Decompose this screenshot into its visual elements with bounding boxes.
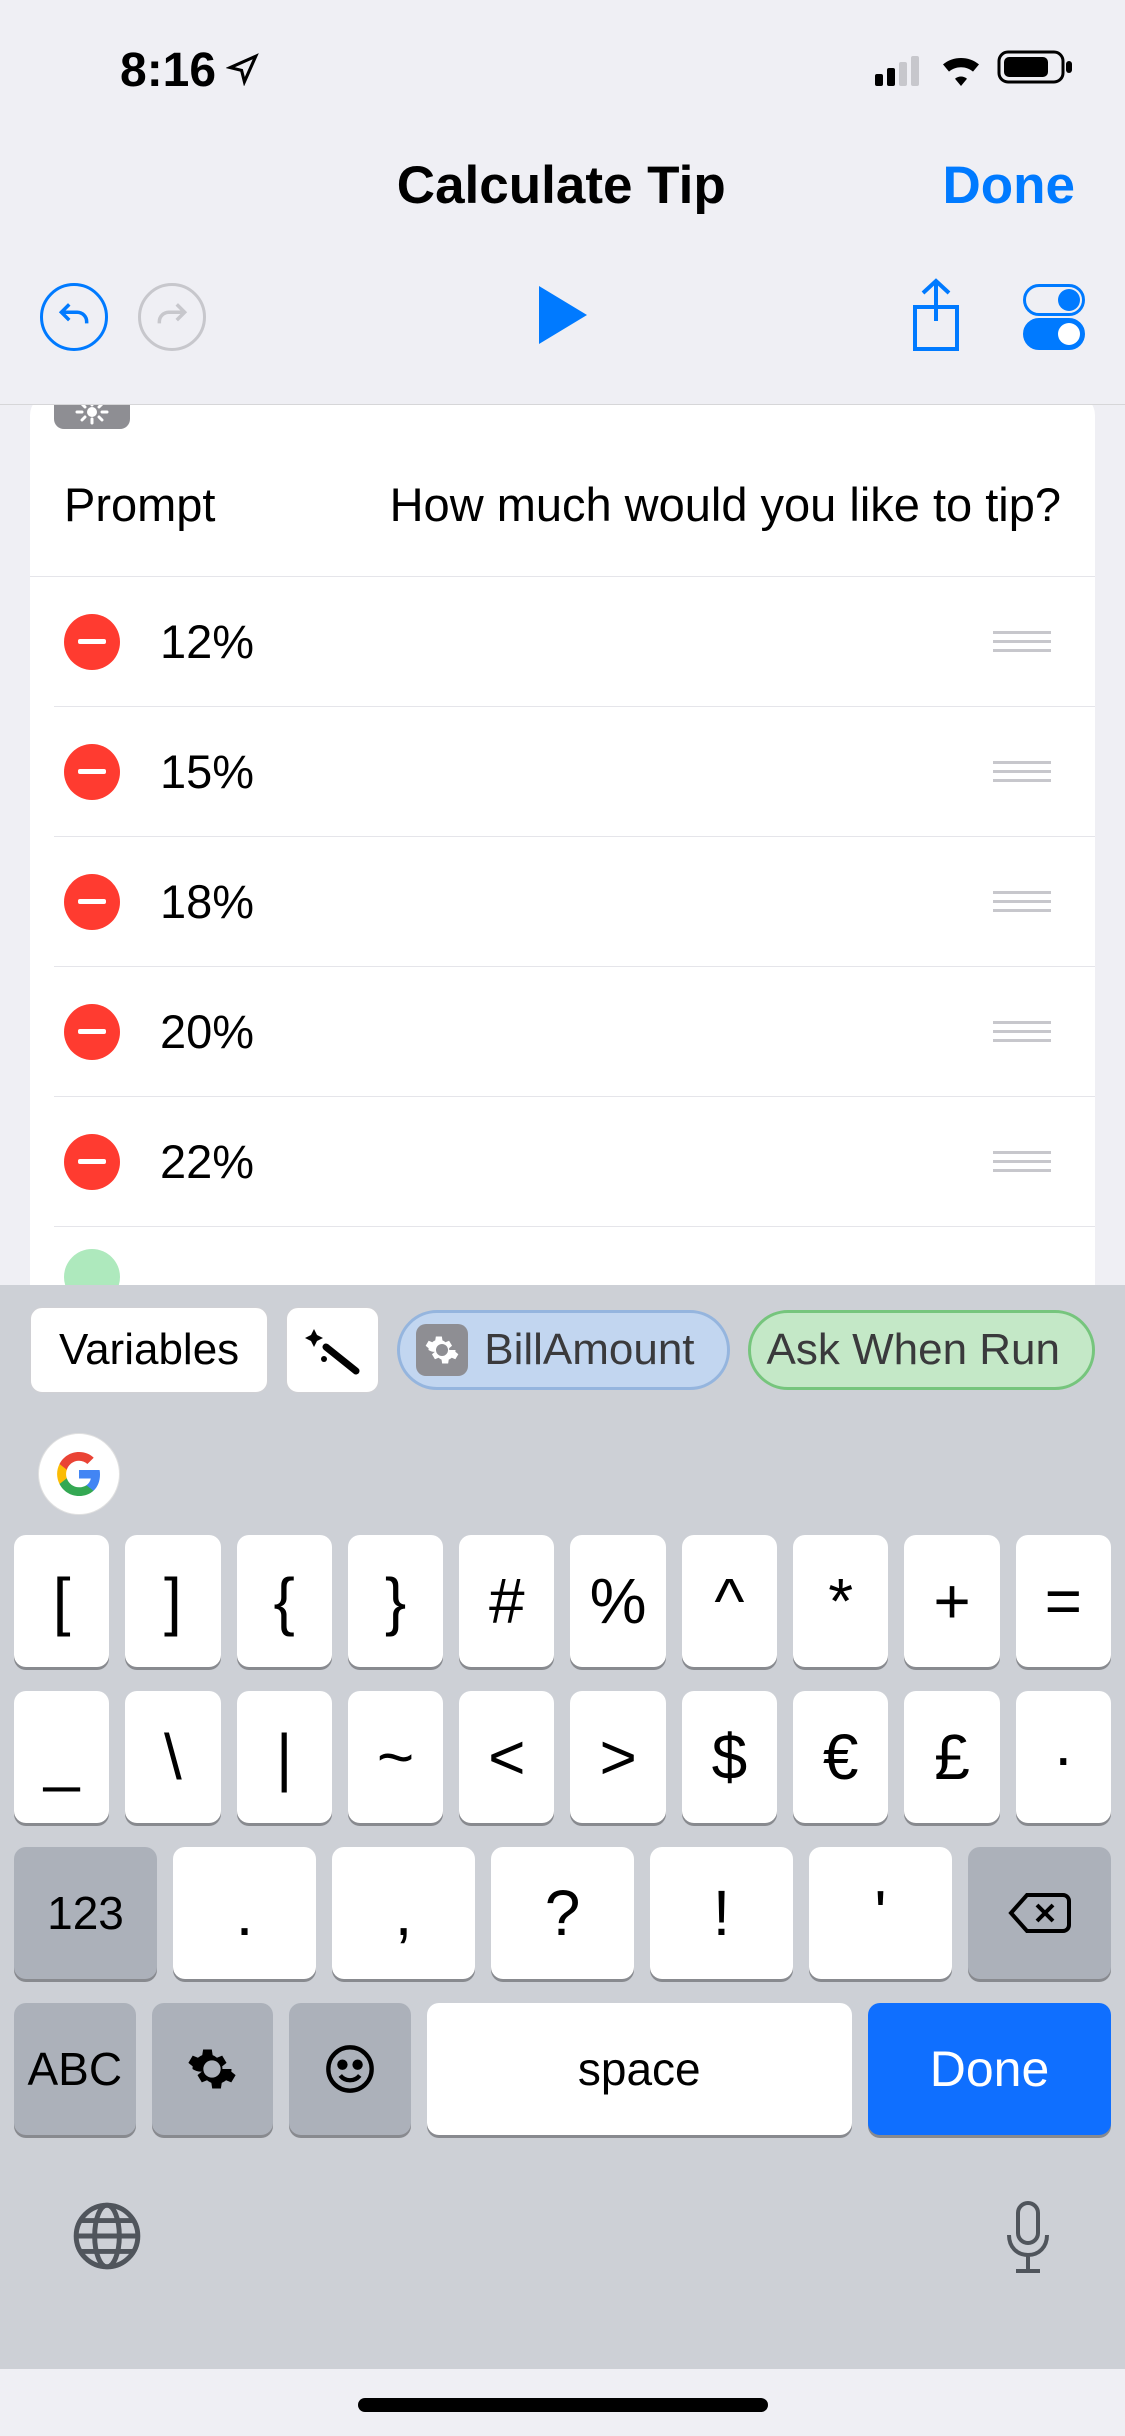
done-button[interactable]: Done <box>943 155 1086 216</box>
redo-button <box>138 283 206 351</box>
add-button[interactable] <box>64 1249 120 1285</box>
mic-icon[interactable] <box>1001 2199 1055 2282</box>
status-bar: 8:16 <box>0 0 1125 120</box>
keyboard-done-key[interactable]: Done <box>868 2003 1111 2135</box>
list-item-label[interactable]: 20% <box>160 1004 993 1059</box>
battery-icon <box>997 43 1075 98</box>
key[interactable]: } <box>348 1535 443 1667</box>
play-button[interactable] <box>533 282 593 353</box>
variables-button[interactable]: Variables <box>30 1307 268 1393</box>
toolbar <box>0 250 1125 405</box>
delete-button[interactable] <box>64 874 120 930</box>
key[interactable]: _ <box>14 1691 109 1823</box>
key[interactable]: \ <box>125 1691 220 1823</box>
key[interactable]: ] <box>125 1535 220 1667</box>
key[interactable]: ^ <box>682 1535 777 1667</box>
list-item[interactable]: 22% <box>54 1097 1095 1227</box>
keyboard-row: [ ] { } # % ^ * + = <box>14 1535 1111 1667</box>
key[interactable]: . <box>173 1847 316 1979</box>
variable-bar: Variables BillAmount Ask When Run <box>0 1285 1125 1415</box>
prompt-value[interactable]: How much would you like to tip? <box>390 477 1061 532</box>
page-title: Calculate Tip <box>180 155 943 216</box>
key[interactable]: ~ <box>348 1691 443 1823</box>
drag-handle-icon[interactable] <box>993 1151 1061 1172</box>
home-indicator[interactable] <box>358 2398 768 2412</box>
status-left: 8:16 <box>120 43 260 98</box>
key[interactable]: ' <box>809 1847 952 1979</box>
abc-key[interactable]: ABC <box>14 2003 136 2135</box>
delete-button[interactable] <box>64 1004 120 1060</box>
space-key[interactable]: space <box>427 2003 852 2135</box>
prompt-label: Prompt <box>64 477 216 532</box>
numbers-key[interactable]: 123 <box>14 1847 157 1979</box>
settings-key[interactable] <box>152 2003 274 2135</box>
key[interactable]: > <box>570 1691 665 1823</box>
undo-button[interactable] <box>40 283 108 351</box>
list-item[interactable]: 20% <box>54 967 1095 1097</box>
bill-amount-token[interactable]: BillAmount <box>397 1310 729 1390</box>
key[interactable]: % <box>570 1535 665 1667</box>
list-item[interactable]: 15% <box>54 707 1095 837</box>
location-icon <box>226 43 260 98</box>
key[interactable]: < <box>459 1691 554 1823</box>
key[interactable]: £ <box>904 1691 999 1823</box>
keyboard-suggestion-row <box>14 1415 1111 1535</box>
key[interactable]: € <box>793 1691 888 1823</box>
drag-handle-icon[interactable] <box>993 631 1061 652</box>
emoji-key[interactable] <box>289 2003 411 2135</box>
status-time: 8:16 <box>120 43 216 98</box>
drag-handle-icon[interactable] <box>993 891 1061 912</box>
wifi-icon <box>937 43 985 98</box>
key[interactable]: = <box>1016 1535 1111 1667</box>
magic-wand-button[interactable] <box>286 1307 379 1393</box>
list-item-label[interactable]: 15% <box>160 744 993 799</box>
delete-button[interactable] <box>64 614 120 670</box>
prompt-row[interactable]: Prompt How much would you like to tip? <box>30 433 1095 577</box>
share-button[interactable] <box>909 277 963 358</box>
settings-toggle-button[interactable] <box>1023 284 1085 350</box>
list-item-label[interactable]: 12% <box>160 614 993 669</box>
token-label: BillAmount <box>484 1325 694 1375</box>
keyboard-row: _ \ | ~ < > $ € £ · <box>14 1691 1111 1823</box>
key[interactable]: · <box>1016 1691 1111 1823</box>
google-icon[interactable] <box>38 1433 120 1515</box>
key[interactable]: + <box>904 1535 999 1667</box>
bottom-bar <box>0 2179 1125 2369</box>
list-item-label[interactable]: 22% <box>160 1134 993 1189</box>
token-label: Ask When Run <box>767 1325 1060 1375</box>
key[interactable]: $ <box>682 1691 777 1823</box>
key[interactable]: # <box>459 1535 554 1667</box>
status-right <box>875 43 1075 98</box>
key[interactable]: { <box>237 1535 332 1667</box>
delete-button[interactable] <box>64 744 120 800</box>
globe-icon[interactable] <box>70 2199 144 2278</box>
key[interactable]: | <box>237 1691 332 1823</box>
nav-header: Calculate Tip Done <box>0 120 1125 250</box>
key[interactable]: ! <box>650 1847 793 1979</box>
action-type-chip <box>54 405 130 429</box>
list-item[interactable]: 18% <box>54 837 1095 967</box>
content: Prompt How much would you like to tip? 1… <box>0 405 1125 1285</box>
gear-icon <box>416 1324 468 1376</box>
key[interactable]: , <box>332 1847 475 1979</box>
keyboard: [ ] { } # % ^ * + = _ \ | ~ < > $ € £ · … <box>0 1415 1125 2179</box>
list-item[interactable]: 12% <box>54 577 1095 707</box>
key[interactable]: [ <box>14 1535 109 1667</box>
add-item-row[interactable] <box>54 1227 1095 1285</box>
drag-handle-icon[interactable] <box>993 1021 1061 1042</box>
keyboard-row: ABC space Done <box>14 2003 1111 2135</box>
keyboard-row: 123 . , ? ! ' <box>14 1847 1111 1979</box>
delete-button[interactable] <box>64 1134 120 1190</box>
key[interactable]: * <box>793 1535 888 1667</box>
cellular-icon <box>875 43 925 98</box>
ask-when-run-token[interactable]: Ask When Run <box>748 1310 1095 1390</box>
action-card: Prompt How much would you like to tip? 1… <box>30 405 1095 1285</box>
key[interactable]: ? <box>491 1847 634 1979</box>
backspace-key[interactable] <box>968 1847 1111 1979</box>
list-item-label[interactable]: 18% <box>160 874 993 929</box>
drag-handle-icon[interactable] <box>993 761 1061 782</box>
